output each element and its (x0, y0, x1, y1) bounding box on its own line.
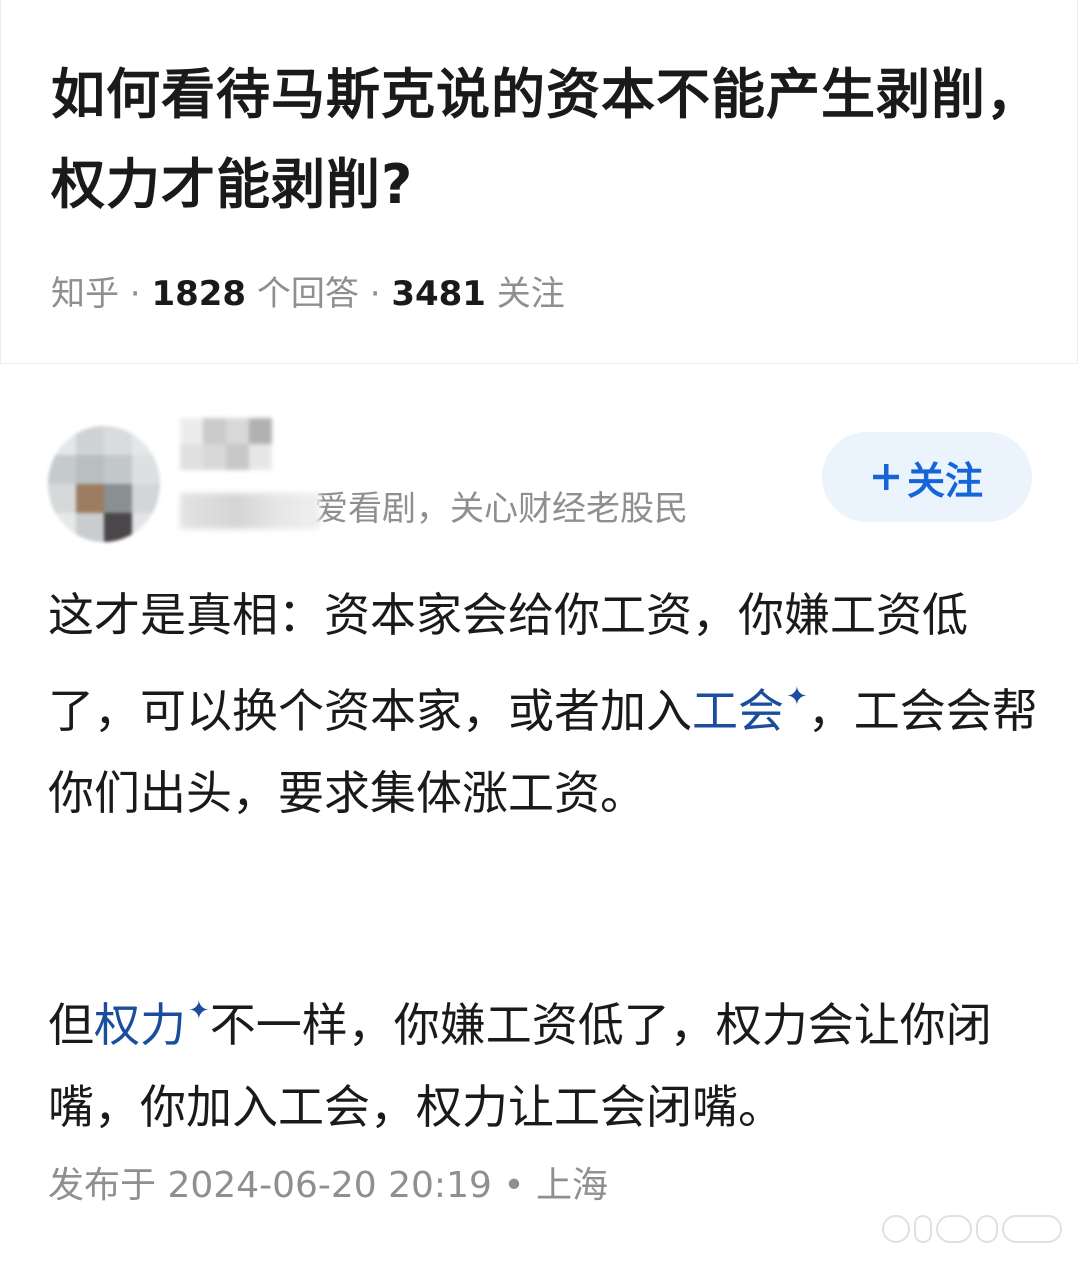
bio-redacted (180, 492, 320, 529)
follow-count-label: 关注 (496, 274, 565, 314)
author-name[interactable] (180, 418, 272, 470)
spark-icon: ✦ (188, 996, 210, 1026)
publish-datetime: 2024-06-20 20:19 (167, 1165, 492, 1206)
question-meta: 知乎 · 1828 个回答 · 3481 关注 (51, 274, 565, 314)
answer-body: 这才是真相：资本家会给你工资，你嫌工资低了，可以换个资本家，或者加入工会✦，工会… (48, 574, 1038, 1148)
follow-button[interactable]: 关注 (822, 432, 1032, 522)
answer-count-label: 个回答 (256, 274, 359, 314)
question-title[interactable]: 如何看待马斯克说的资本不能产生剥削，权力才能剥削? (51, 50, 1041, 230)
author-bio-text: 爱看剧，关心财经老股民 (314, 489, 688, 529)
publish-meta: 发布于 2024-06-20 20:19 • 上海 (48, 1165, 609, 1206)
publish-label: 发布于 (48, 1165, 157, 1206)
spark-icon: ✦ (786, 682, 808, 712)
author-row: 爱看剧，关心财经老股民 关注 (0, 400, 1080, 550)
follow-count: 3481 (391, 274, 486, 314)
question-source[interactable]: 知乎 (51, 274, 119, 314)
answer-text: 但 (48, 998, 94, 1052)
publish-location: 上海 (536, 1165, 609, 1206)
keyword-link-power[interactable]: 权力 (94, 998, 186, 1052)
author-bio: 爱看剧，关心财经老股民 (180, 486, 688, 532)
follow-button-label: 关注 (906, 458, 983, 503)
avatar[interactable] (48, 426, 160, 542)
question-card: 如何看待马斯克说的资本不能产生剥削，权力才能剥削? 知乎 · 1828 个回答 … (0, 0, 1078, 364)
answer-paragraph-2: 但权力✦不一样，你嫌工资低了，权力会让你闭嘴，你加入工会，权力让工会闭嘴。 (48, 970, 1038, 1148)
plus-icon (872, 464, 899, 490)
watermark (882, 1212, 1062, 1246)
keyword-link-union[interactable]: 工会 (692, 684, 784, 738)
answer-count: 1828 (151, 274, 247, 314)
answer-paragraph-1: 这才是真相：资本家会给你工资，你嫌工资低了，可以换个资本家，或者加入工会✦，工会… (48, 574, 1038, 834)
